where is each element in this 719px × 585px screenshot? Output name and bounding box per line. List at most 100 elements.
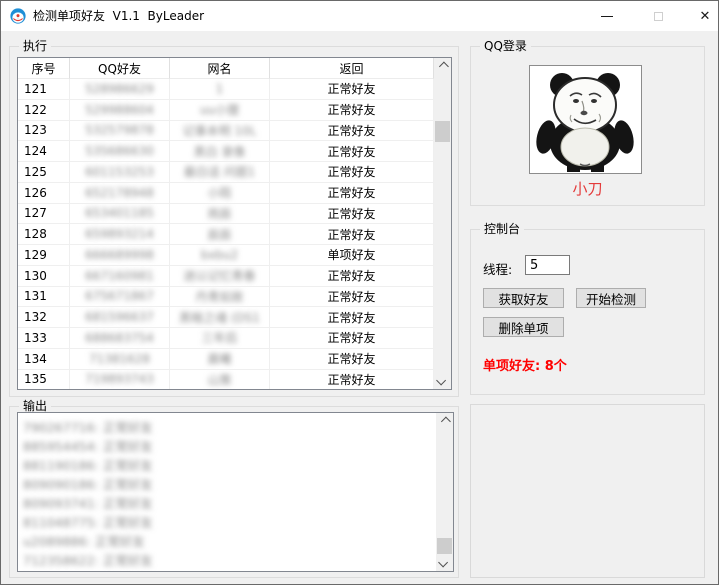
cell-status: 正常好友	[270, 370, 434, 391]
cell-status: 正常好友	[270, 266, 434, 287]
cell-qq-number: 529988604	[70, 100, 170, 121]
cell-qq-number: 666689998	[70, 245, 170, 266]
table-scrollbar-thumb[interactable]	[435, 121, 450, 142]
output-scrollbar[interactable]	[436, 413, 453, 571]
cell-qq-number: 688683754	[70, 328, 170, 349]
scroll-up-icon[interactable]	[436, 413, 453, 430]
start-check-button[interactable]: 开始检测	[576, 288, 646, 308]
cell-nickname: 三年后	[170, 328, 270, 349]
table-row[interactable]: 126652178948小陌正常好友	[18, 183, 434, 204]
cell-nickname: 迷以记忆青春	[170, 266, 270, 287]
thread-count-input[interactable]	[525, 255, 570, 275]
output-line: u2089886: 正常好友	[23, 532, 433, 551]
titlebar[interactable]: 检测单项好友 V1.1 ByLeader ✕	[1, 1, 718, 31]
panda-meme-image	[531, 67, 640, 172]
output-listbox[interactable]: 790267716: 正常好友885954454: 正常好友881190186:…	[17, 412, 454, 572]
cell-status: 正常好友	[270, 328, 434, 349]
output-line: 809090186: 正常好友	[23, 475, 433, 494]
group-qq-login-label: QQ登录	[480, 39, 531, 54]
header-name[interactable]: 网名	[170, 58, 270, 79]
cell-nickname: 黑白 录像	[170, 141, 270, 162]
scroll-down-icon[interactable]	[434, 372, 451, 389]
empty-panel	[470, 404, 705, 578]
close-button[interactable]: ✕	[682, 1, 719, 31]
cell-index: 127	[18, 204, 70, 225]
group-console-label: 控制台	[480, 222, 524, 237]
cell-status: 正常好友	[270, 79, 434, 100]
cell-index: 121	[18, 79, 70, 100]
cell-status: 正常好友	[270, 287, 434, 308]
table-row[interactable]: 124535686630黑白 录像正常好友	[18, 141, 434, 162]
cell-qq-number: 719893743	[70, 370, 170, 391]
table-row[interactable]: 128659893214辰辰正常好友	[18, 224, 434, 245]
table-row[interactable]: 1215289866291正常好友	[18, 79, 434, 100]
app-icon	[10, 8, 26, 24]
cell-status: 正常好友	[270, 100, 434, 121]
table-row[interactable]: 13471381628晨曦正常好友	[18, 349, 434, 370]
output-line: 811048775: 正常好友	[23, 513, 433, 532]
table-header-row[interactable]: 序号 QQ好友 网名 返回	[18, 58, 434, 79]
cell-index: 130	[18, 266, 70, 287]
cell-qq-number: 528986629	[70, 79, 170, 100]
cell-index: 131	[18, 287, 70, 308]
cell-nickname: 晨曦	[170, 349, 270, 370]
cell-nickname: 1	[170, 79, 270, 100]
table-row[interactable]: 123532579878记事本明 10L正常好友	[18, 121, 434, 142]
app-window: 检测单项好友 V1.1 ByLeader ✕ 执行 序号 QQ好友 网名 返回 …	[0, 0, 719, 585]
cell-status: 单项好友	[270, 245, 434, 266]
cell-qq-number: 675671867	[70, 287, 170, 308]
header-status[interactable]: 返回	[270, 58, 434, 79]
minimize-button[interactable]	[584, 1, 630, 31]
avatar	[529, 65, 642, 174]
cell-qq-number: 535686630	[70, 141, 170, 162]
cell-nickname: 辰辰	[170, 224, 270, 245]
cell-qq-number: 532579878	[70, 121, 170, 142]
cell-status: 正常好友	[270, 349, 434, 370]
output-line: 885954454: 正常好友	[23, 437, 433, 456]
cell-qq-number: 653401185	[70, 204, 170, 225]
table-row[interactable]: 133688683754三年后正常好友	[18, 328, 434, 349]
output-line: 790267716: 正常好友	[23, 418, 433, 437]
cell-nickname: 雨辰	[170, 204, 270, 225]
cell-qq-number: 601153253	[70, 162, 170, 183]
table-row[interactable]: 130667160981迷以记忆青春正常好友	[18, 266, 434, 287]
table-row[interactable]: 135719893743山策正常好友	[18, 370, 434, 391]
friends-table[interactable]: 序号 QQ好友 网名 返回 1215289866291正常好友122529988…	[17, 57, 452, 390]
cell-qq-number: 652178948	[70, 183, 170, 204]
single-friends-count: 单项好友: 8个	[483, 355, 567, 374]
cell-status: 正常好友	[270, 121, 434, 142]
output-line: 881190186: 正常好友	[23, 456, 433, 475]
table-row[interactable]: 132681596637黑暗之魂 (DS1正常好友	[18, 307, 434, 328]
maximize-button[interactable]	[635, 1, 681, 31]
delete-single-button[interactable]: 删除单项	[483, 317, 564, 337]
output-lines: 790267716: 正常好友885954454: 正常好友881190186:…	[23, 418, 433, 570]
group-execute: 执行 序号 QQ好友 网名 返回 1215289866291正常好友122529…	[9, 46, 459, 397]
table-rows: 1215289866291正常好友122529988604uu小狸正常好友123…	[18, 79, 434, 390]
table-row[interactable]: 125601153253最白话 问题1正常好友	[18, 162, 434, 183]
scroll-down-icon[interactable]	[436, 554, 453, 571]
table-row[interactable]: 131675671867丹青如故正常好友	[18, 287, 434, 308]
table-row[interactable]: 129666689998bxbu2单项好友	[18, 245, 434, 266]
cell-status: 正常好友	[270, 224, 434, 245]
table-row[interactable]: 127653401185雨辰正常好友	[18, 204, 434, 225]
cell-qq-number: 681596637	[70, 307, 170, 328]
cell-nickname: 山策	[170, 370, 270, 391]
table-scrollbar[interactable]	[434, 58, 451, 389]
table-row[interactable]: 122529988604uu小狸正常好友	[18, 100, 434, 121]
cell-index: 123	[18, 121, 70, 142]
get-friends-button[interactable]: 获取好友	[483, 288, 564, 308]
cell-index: 135	[18, 370, 70, 391]
cell-nickname: 黑暗之魂 (DS1	[170, 307, 270, 328]
scroll-up-icon[interactable]	[434, 58, 451, 75]
header-index[interactable]: 序号	[18, 58, 70, 79]
close-icon: ✕	[700, 10, 711, 23]
thread-count-label: 线程:	[483, 259, 512, 278]
cell-qq-number: 667160981	[70, 266, 170, 287]
output-scrollbar-thumb[interactable]	[437, 538, 452, 554]
cell-nickname: bxbu2	[170, 245, 270, 266]
header-qq[interactable]: QQ好友	[70, 58, 170, 79]
cell-index: 129	[18, 245, 70, 266]
cell-status: 正常好友	[270, 162, 434, 183]
cell-index: 124	[18, 141, 70, 162]
group-execute-label: 执行	[19, 39, 51, 54]
